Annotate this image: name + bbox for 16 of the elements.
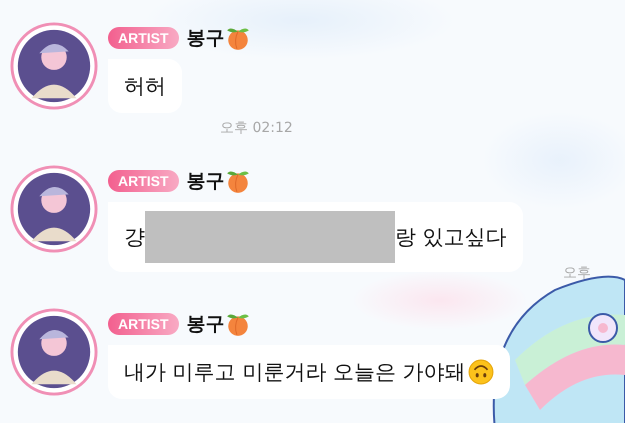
sender-name: 봉구 bbox=[186, 312, 225, 337]
artist-badge: ARTIST bbox=[108, 170, 179, 192]
upside-down-face-icon bbox=[468, 359, 494, 385]
sender-name: 봉구 bbox=[186, 26, 225, 51]
message-time: 오후 02:12 bbox=[220, 119, 293, 137]
message-text: 내가 미루고 미룬거라 오늘은 가야돼 bbox=[124, 359, 466, 386]
message-text: 걍 bbox=[124, 224, 145, 251]
sender-name: 봉구 bbox=[186, 169, 225, 194]
avatar-icon[interactable] bbox=[10, 308, 98, 396]
message-text: 랑 있고싶다 bbox=[395, 224, 507, 251]
artist-badge: ARTIST bbox=[108, 27, 179, 49]
avatar-icon[interactable] bbox=[10, 22, 98, 110]
message-time: 오후 bbox=[563, 264, 591, 282]
artist-badge: ARTIST bbox=[108, 313, 179, 335]
message-text: 허허 bbox=[124, 73, 166, 100]
avatar-icon[interactable] bbox=[10, 165, 98, 253]
